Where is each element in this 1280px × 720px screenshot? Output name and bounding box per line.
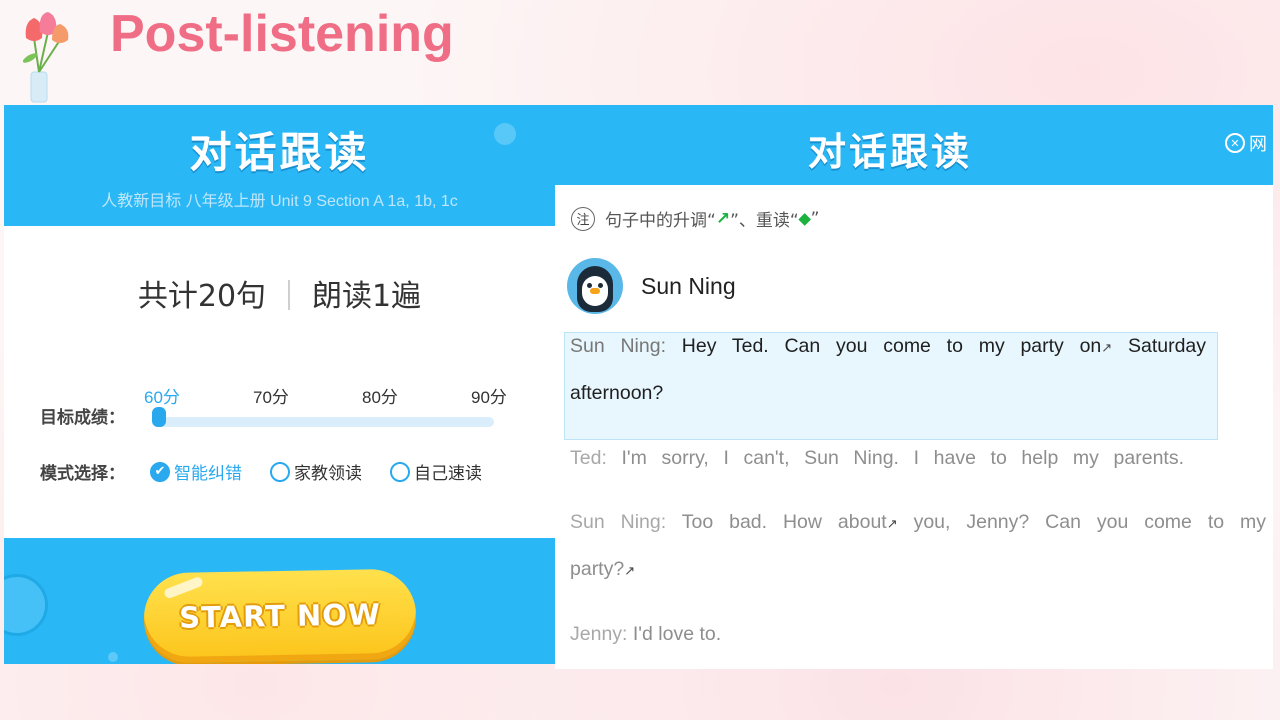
mode-label-text: 自己速读 <box>414 464 482 484</box>
tulip-vase-icon <box>22 12 69 103</box>
mode-self-speed-radio[interactable]: 自己速读 <box>390 459 482 484</box>
dialogue-line-1[interactable]: Sun Ning: Hey Ted. Can you come to my pa… <box>570 323 1206 371</box>
dialogue-line-1-cont[interactable]: afternoon? <box>570 370 1206 417</box>
target-score-slider[interactable] <box>154 417 494 427</box>
lesson-subtitle: 人教新目标 八年级上册 Unit 9 Section A 1a, 1b, 1c <box>101 193 458 210</box>
dialogue-line-3-cont[interactable]: party?↗ <box>570 546 1266 594</box>
rising-tone-arrow-icon: ↗ <box>624 563 636 578</box>
speaker-name: Sun Ning <box>641 272 736 299</box>
read-count: 朗读1遍 <box>312 279 422 314</box>
radio-circle-icon <box>390 461 410 482</box>
current-speaker: Sun Ning <box>567 258 736 314</box>
right-panel-title: 对话跟读 <box>807 130 972 174</box>
penguin-avatar <box>567 258 623 314</box>
score-tick-90[interactable]: 90分 <box>471 383 507 408</box>
button-shine <box>163 575 204 600</box>
eye-off-icon: ✕ <box>1225 133 1245 153</box>
line-speaker: Sun Ning: <box>570 335 666 357</box>
dialogue-line-3[interactable]: Sun Ning: Too bad. How about↗ you, Jenny… <box>570 499 1266 547</box>
decorative-dot <box>108 652 118 662</box>
dialogue-panel: 对话跟读 ✕ 网 注 句子中的升调“ ↗ ”、重读“ ⬥” Sun Ning Sun N… <box>555 105 1273 669</box>
score-tick-80[interactable]: 80分 <box>362 383 398 408</box>
left-panel-header: 对话跟读 人教新目标 八年级上册 Unit 9 Section A 1a, 1b… <box>4 105 555 226</box>
note-icon: 注 <box>571 206 595 231</box>
sentence-count: 共计20句 <box>137 279 267 314</box>
left-panel-footer: START NOW <box>4 538 555 664</box>
divider <box>288 280 291 310</box>
rising-tone-arrow-icon: ↗ <box>1101 340 1113 355</box>
score-tick-60[interactable]: 60分 <box>144 383 180 408</box>
decorative-circle <box>4 574 48 636</box>
right-panel-header: 对话跟读 ✕ 网 <box>555 105 1273 185</box>
toggle-view-control[interactable]: ✕ 网 <box>1225 130 1267 156</box>
start-now-label: START NOW <box>178 597 382 635</box>
line-speaker: Ted: <box>570 447 607 469</box>
target-score-label: 目标成绩： <box>40 408 125 428</box>
mode-smart-correct-radio[interactable]: ✔ 智能纠错 <box>150 459 242 484</box>
line-speaker: Jenny: <box>570 623 628 645</box>
radio-circle-icon <box>270 461 290 482</box>
start-now-button[interactable]: START NOW <box>143 568 417 664</box>
left-panel-title: 对话跟读 <box>189 128 370 177</box>
score-tick-70[interactable]: 70分 <box>253 383 289 408</box>
checkmark-icon: ✔ <box>150 461 170 482</box>
read-along-setup-panel: 对话跟读 人教新目标 八年级上册 Unit 9 Section A 1a, 1b… <box>4 105 555 664</box>
line-speaker: Sun Ning: <box>570 511 667 533</box>
slider-handle[interactable] <box>152 407 166 427</box>
mode-label: 模式选择： <box>40 464 125 484</box>
mode-label-text: 家教领读 <box>294 464 362 484</box>
mode-label-text: 智能纠错 <box>174 464 242 484</box>
mode-tutor-lead-radio[interactable]: 家教领读 <box>270 459 362 484</box>
rising-tone-arrow-icon: ↗ <box>886 516 898 531</box>
stress-marker-icon: ⬥ <box>798 208 811 229</box>
dialogue-line-4[interactable]: Jenny: I'd love to. <box>570 611 870 658</box>
intonation-note: 注 句子中的升调“ ↗ ”、重读“ ⬥” <box>571 206 819 231</box>
rising-tone-arrow-icon: ↗ <box>715 208 731 229</box>
sentence-count-row: 共计20句 朗读1遍 <box>4 271 555 315</box>
dialogue-line-2[interactable]: Ted: I'm sorry, I can't, Sun Ning. I hav… <box>570 435 1184 482</box>
page-title: Post-listening <box>110 5 454 63</box>
